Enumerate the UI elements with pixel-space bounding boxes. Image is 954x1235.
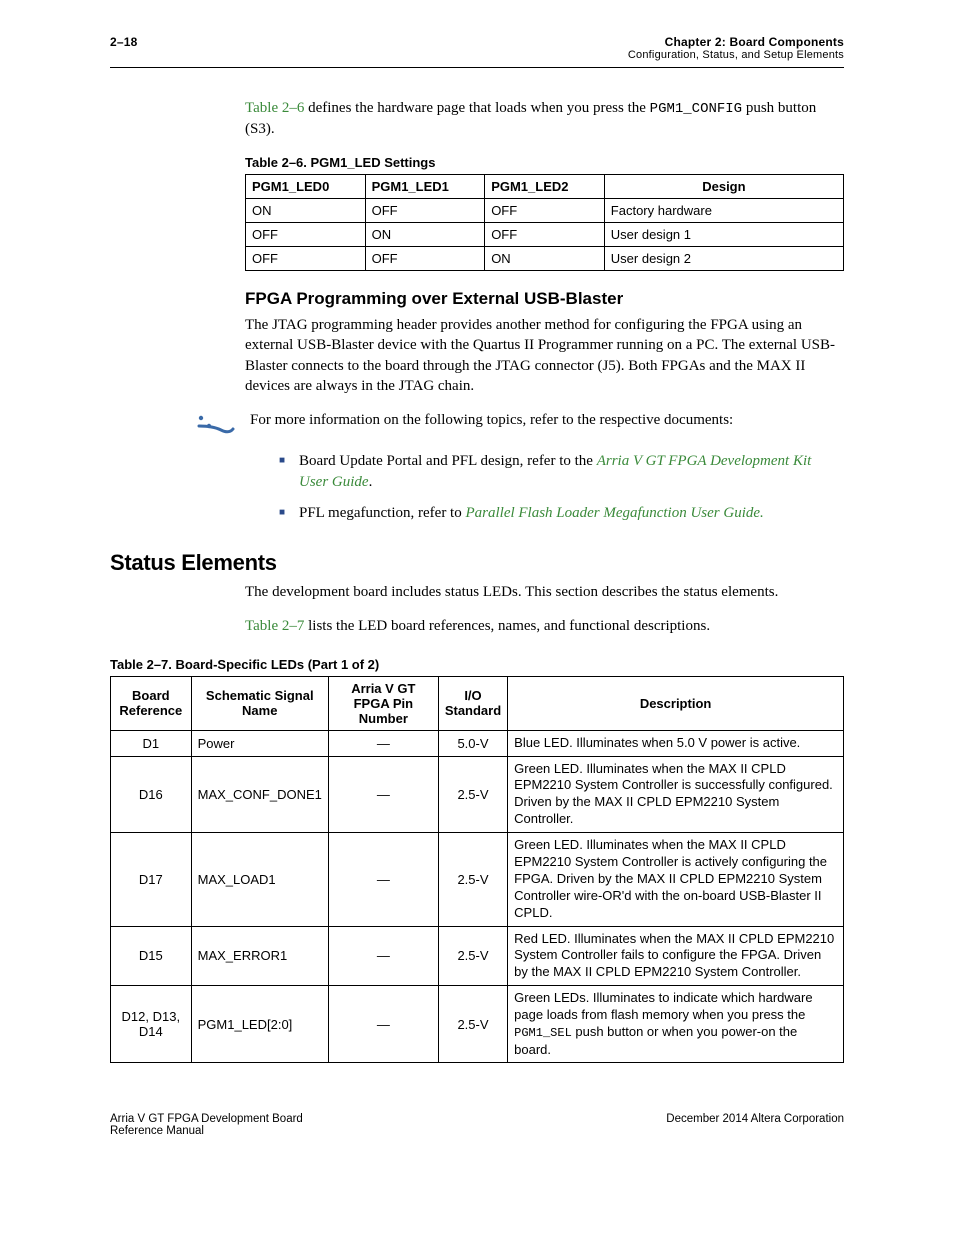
fpga-paragraph: The JTAG programming header provides ano… [245, 315, 844, 396]
table27-caption: Table 2–7. Board-Specific LEDs (Part 1 o… [110, 657, 844, 672]
header-titles: Chapter 2: Board Components Configuratio… [628, 35, 844, 61]
table-27: Board Reference Schematic Signal Name Ar… [110, 676, 844, 1064]
table-row: D17 MAX_LOAD1 — 2.5-V Green LED. Illumin… [111, 833, 844, 926]
th: PGM1_LED2 [485, 175, 605, 199]
td: User design 1 [604, 223, 843, 247]
page-footer: Arria V GT FPGA Development Board Refere… [110, 1113, 844, 1137]
td: — [328, 833, 438, 926]
td: OFF [246, 223, 366, 247]
table-26: PGM1_LED0 PGM1_LED1 PGM1_LED2 Design ON … [245, 174, 844, 271]
bullet-list: Board Update Portal and PFL design, refe… [279, 451, 844, 524]
table-row: D12, D13, D14 PGM1_LED[2:0] — 2.5-V Gree… [111, 986, 844, 1063]
td: PGM1_LED[2:0] [191, 986, 328, 1063]
td: D17 [111, 833, 192, 926]
td: Power [191, 730, 328, 756]
page-header: 2–18 Chapter 2: Board Components Configu… [110, 35, 844, 61]
td: D1 [111, 730, 192, 756]
page-container: 2–18 Chapter 2: Board Components Configu… [0, 0, 954, 1167]
footer-left: Arria V GT FPGA Development Board Refere… [110, 1113, 303, 1137]
td: 2.5-V [438, 833, 507, 926]
table-row: D15 MAX_ERROR1 — 2.5-V Red LED. Illumina… [111, 926, 844, 986]
table-row: D16 MAX_CONF_DONE1 — 2.5-V Green LED. Il… [111, 756, 844, 833]
table-header-row: Board Reference Schematic Signal Name Ar… [111, 676, 844, 730]
section-title: Configuration, Status, and Setup Element… [628, 49, 844, 61]
td: 2.5-V [438, 926, 507, 986]
td: Green LED. Illuminates when the MAX II C… [508, 756, 844, 833]
fpga-text: The JTAG programming header provides ano… [245, 315, 844, 396]
list-item: PFL megafunction, refer to Parallel Flas… [279, 503, 844, 524]
fpga-heading: FPGA Programming over External USB-Blast… [245, 289, 844, 309]
td: ON [365, 223, 485, 247]
td: Factory hardware [604, 199, 843, 223]
td: User design 2 [604, 247, 843, 271]
table-header-row: PGM1_LED0 PGM1_LED1 PGM1_LED2 Design [246, 175, 844, 199]
td: MAX_CONF_DONE1 [191, 756, 328, 833]
table26-caption: Table 2–6. PGM1_LED Settings [245, 155, 844, 170]
td: D16 [111, 756, 192, 833]
status-p2-rest: lists the LED board references, names, a… [304, 618, 710, 634]
status-p1: The development board includes status LE… [245, 582, 844, 602]
td: OFF [485, 223, 605, 247]
doc-link[interactable]: Parallel Flash Loader Megafunction User … [465, 505, 763, 521]
td: ON [246, 199, 366, 223]
bullet-pre: Board Update Portal and PFL design, refe… [299, 453, 597, 469]
td: 2.5-V [438, 756, 507, 833]
chapter-title: Chapter 2: Board Components [628, 35, 844, 49]
footer-doc-subtitle: Reference Manual [110, 1125, 204, 1137]
td: D15 [111, 926, 192, 986]
th: PGM1_LED1 [365, 175, 485, 199]
td: Green LEDs. Illuminates to indicate whic… [508, 986, 844, 1063]
td: Green LED. Illuminates when the MAX II C… [508, 833, 844, 926]
td: — [328, 986, 438, 1063]
table-row: OFF ON OFF User design 1 [246, 223, 844, 247]
status-paragraphs: The development board includes status LE… [245, 582, 844, 637]
intro-paragraph: Table 2–6 defines the hardware page that… [245, 98, 844, 139]
table-row: D1 Power — 5.0-V Blue LED. Illuminates w… [111, 730, 844, 756]
td: 5.0-V [438, 730, 507, 756]
th: Schematic Signal Name [191, 676, 328, 730]
th: Design [604, 175, 843, 199]
th: Arria V GT FPGA Pin Number [328, 676, 438, 730]
td: — [328, 926, 438, 986]
desc-code: PGM1_SEL [514, 1026, 572, 1040]
td: Blue LED. Illuminates when 5.0 V power i… [508, 730, 844, 756]
bullet-pre: PFL megafunction, refer to [299, 505, 465, 521]
status-heading: Status Elements [110, 550, 844, 576]
td: OFF [365, 247, 485, 271]
th: Description [508, 676, 844, 730]
info-text: For more information on the following to… [250, 410, 844, 430]
td: — [328, 756, 438, 833]
info-icon [195, 412, 235, 441]
table-row: OFF OFF ON User design 2 [246, 247, 844, 271]
td: Red LED. Illuminates when the MAX II CPL… [508, 926, 844, 986]
table-ref-link[interactable]: Table 2–7 [245, 618, 304, 634]
td: — [328, 730, 438, 756]
intro-text-1: defines the hardware page that loads whe… [304, 100, 649, 116]
page-number: 2–18 [110, 35, 138, 49]
td: OFF [365, 199, 485, 223]
td: ON [485, 247, 605, 271]
td: 2.5-V [438, 986, 507, 1063]
footer-right: December 2014 Altera Corporation [666, 1113, 844, 1137]
header-rule [110, 67, 844, 68]
th: PGM1_LED0 [246, 175, 366, 199]
footer-doc-title: Arria V GT FPGA Development Board [110, 1113, 303, 1125]
td: MAX_LOAD1 [191, 833, 328, 926]
intro-code: PGM1_CONFIG [650, 101, 742, 117]
info-callout: For more information on the following to… [110, 410, 844, 441]
td: D12, D13, D14 [111, 986, 192, 1063]
list-item: Board Update Portal and PFL design, refe… [279, 451, 844, 493]
th: I/O Standard [438, 676, 507, 730]
th: Board Reference [111, 676, 192, 730]
td: OFF [246, 247, 366, 271]
td: OFF [485, 199, 605, 223]
td: MAX_ERROR1 [191, 926, 328, 986]
table-row: ON OFF OFF Factory hardware [246, 199, 844, 223]
table-ref-link[interactable]: Table 2–6 [245, 100, 304, 116]
bullet-post: . [369, 474, 373, 490]
desc-pre: Green LEDs. Illuminates to indicate whic… [514, 990, 812, 1022]
